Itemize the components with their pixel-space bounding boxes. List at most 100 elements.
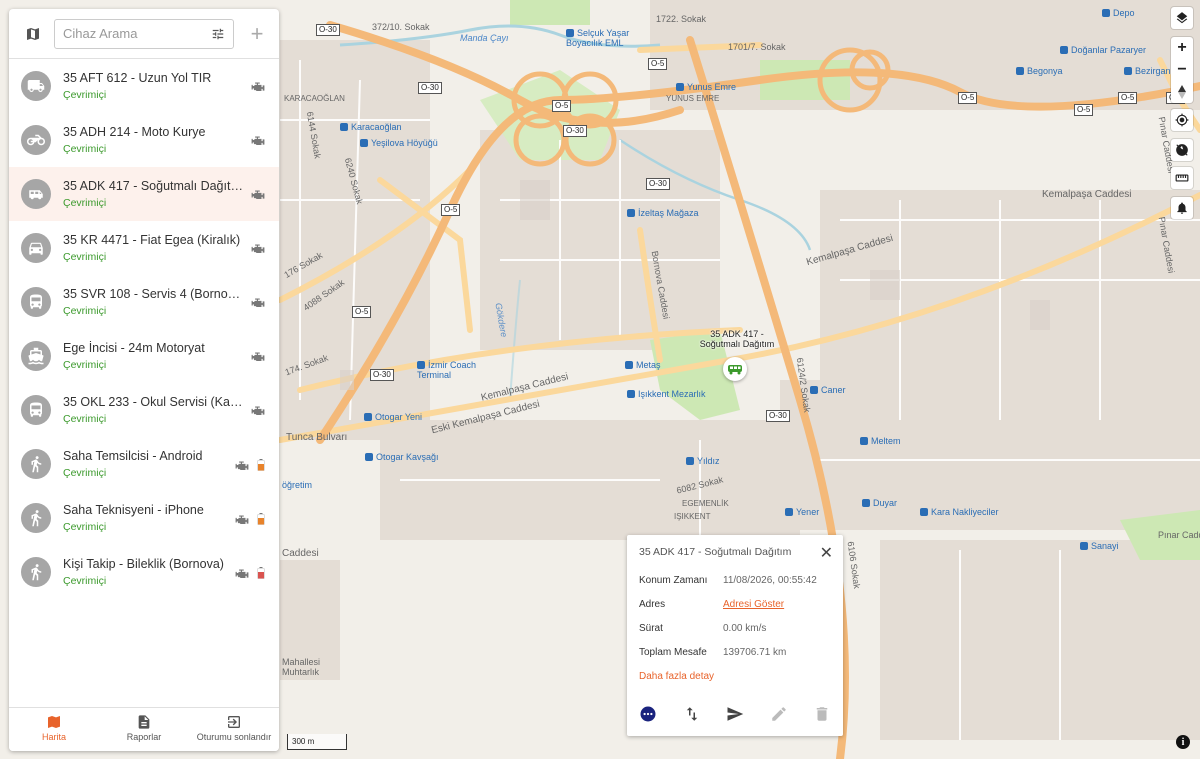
device-name: Saha Teknisyeni - iPhone bbox=[63, 503, 204, 517]
device-avatar bbox=[21, 125, 51, 155]
popup-row-value: 139706.71 km bbox=[723, 647, 787, 658]
map-label-manda: Manda Çayı bbox=[460, 33, 509, 43]
map-poi-yesilova[interactable]: Yeşilova Höyüğü bbox=[360, 138, 438, 148]
device-item[interactable]: Kişi Takip - Bileklik (Bornova) Çevrimiç… bbox=[9, 545, 279, 599]
map-label-372: 372/10. Sokak bbox=[372, 22, 430, 32]
battery-icon bbox=[257, 567, 265, 579]
road-shield: O-5 bbox=[1118, 92, 1138, 104]
more-options-button[interactable] bbox=[639, 705, 657, 728]
map-toggle-button[interactable] bbox=[19, 20, 47, 48]
map-poi-sanayi[interactable]: Sanayi bbox=[1080, 541, 1119, 551]
popup-row-time: Konum Zamanı 11/08/2026, 00:55:42 bbox=[639, 575, 817, 586]
map-poi-otogar-yeni[interactable]: Otogar Yeni bbox=[364, 412, 422, 422]
app-root: 372/10. Sokak Manda Çayı 1722. Sokak 170… bbox=[0, 0, 1200, 759]
device-popup: 35 ADK 417 - Soğutmalı Dağıtım ✕ Konum Z… bbox=[627, 535, 843, 736]
close-icon: ✕ bbox=[819, 545, 833, 562]
device-name: Kişi Takip - Bileklik (Bornova) bbox=[63, 557, 224, 571]
crosshair-icon bbox=[1175, 113, 1189, 127]
road-shield: O-5 bbox=[1074, 104, 1094, 116]
device-item[interactable]: Saha Teknisyeni - iPhone Çevrimiçi bbox=[9, 491, 279, 545]
measure-button[interactable] bbox=[1171, 167, 1193, 189]
popup-close-button[interactable]: ✕ bbox=[820, 543, 833, 563]
device-item[interactable]: 35 ADK 417 - Soğutmalı Dağıtım Çevrimiçi bbox=[9, 167, 279, 221]
map-poi-izeltas[interactable]: İzeltaş Mağaza bbox=[627, 208, 699, 218]
pencil-icon bbox=[771, 707, 786, 721]
map-poi-karacaoglan[interactable]: Karacaoğlan bbox=[340, 122, 402, 132]
map-poi-izmir-coach[interactable]: İzmir Coach Terminal bbox=[417, 360, 487, 380]
device-item[interactable]: 35 ADH 214 - Moto Kurye Çevrimiçi bbox=[9, 113, 279, 167]
edit-button[interactable] bbox=[770, 705, 788, 728]
map-poi-begonya[interactable]: Begonya bbox=[1016, 66, 1063, 76]
map-poi-yener[interactable]: Yener bbox=[785, 507, 819, 517]
map-poi-yildiz[interactable]: Yıldız bbox=[686, 456, 720, 466]
device-item[interactable]: Ege İncisi - 24m Motoryat Çevrimiçi bbox=[9, 329, 279, 383]
road-shield: O-5 bbox=[552, 100, 572, 112]
person-icon bbox=[31, 564, 42, 581]
device-item[interactable]: 35 KR 4471 - Fiat Egea (Kiralık) Çevrimi… bbox=[9, 221, 279, 275]
popup-actions bbox=[639, 705, 831, 728]
replay-button[interactable] bbox=[683, 705, 701, 728]
map-poi-yunus[interactable]: Yunus Emre bbox=[676, 82, 736, 92]
motorcycle-icon bbox=[27, 134, 45, 146]
minus-icon: − bbox=[1177, 61, 1187, 78]
device-indicators bbox=[251, 243, 265, 253]
map-poi-metas[interactable]: Metaş bbox=[625, 360, 661, 370]
device-text: 35 SVR 108 - Servis 4 (Bornova-... Çevri… bbox=[63, 287, 267, 317]
filter-icon[interactable] bbox=[211, 27, 225, 41]
device-avatar bbox=[21, 503, 51, 533]
geolocate-button[interactable] bbox=[1171, 109, 1193, 131]
search-box[interactable] bbox=[54, 18, 234, 49]
map-poi-bezirgan[interactable]: Bezirgan bbox=[1124, 66, 1171, 76]
map-poi-caner[interactable]: Caner bbox=[810, 385, 846, 395]
nav-reports[interactable]: Raporlar bbox=[99, 708, 189, 751]
device-marker[interactable] bbox=[723, 357, 747, 381]
map-poi-depo[interactable]: Depo bbox=[1102, 8, 1135, 18]
map-poi-selcuk[interactable]: Selçuk Yaşar Boyacılık EML bbox=[566, 28, 646, 48]
van-icon bbox=[728, 365, 742, 375]
zoom-out-button[interactable]: − bbox=[1171, 59, 1193, 81]
map-poi-dogan[interactable]: Doğanlar Pazaryer bbox=[1060, 45, 1146, 55]
add-device-button[interactable]: + bbox=[245, 21, 269, 46]
layers-control bbox=[1171, 7, 1193, 29]
layers-button[interactable] bbox=[1171, 7, 1193, 29]
road-shield: O-30 bbox=[646, 178, 670, 190]
map-label-yunus-upper: YUNUS EMRE bbox=[666, 94, 720, 103]
device-avatar bbox=[21, 233, 51, 263]
device-name: 35 OKL 233 - Okul Servisi (Karşıy... bbox=[63, 395, 243, 409]
device-item[interactable]: 35 SVR 108 - Servis 4 (Bornova-... Çevri… bbox=[9, 275, 279, 329]
map-label-karacaoglan-upper: KARACAOĞLAN bbox=[284, 94, 345, 103]
compass-button[interactable] bbox=[1171, 81, 1193, 103]
plus-icon: + bbox=[1177, 39, 1187, 56]
device-indicators bbox=[235, 567, 265, 579]
device-name: Ege İncisi - 24m Motoryat bbox=[63, 341, 205, 355]
engine-icon bbox=[251, 298, 265, 307]
send-icon bbox=[727, 707, 744, 721]
map-poi-otogar-kavsagi[interactable]: Otogar Kavşağı bbox=[365, 452, 439, 462]
engine-icon bbox=[251, 244, 265, 253]
device-item[interactable]: 35 OKL 233 - Okul Servisi (Karşıy... Çev… bbox=[9, 383, 279, 437]
follow-button[interactable] bbox=[1171, 139, 1193, 161]
popup-row-address: Adres Adresi Göster bbox=[639, 599, 784, 610]
engine-icon bbox=[235, 461, 249, 470]
notifications-button[interactable] bbox=[1171, 197, 1193, 219]
nav-map[interactable]: Harita bbox=[9, 708, 99, 751]
device-item[interactable]: Saha Temsilcisi - Android Çevrimiçi bbox=[9, 437, 279, 491]
map-poi-duyar[interactable]: Duyar bbox=[862, 498, 897, 508]
more-details-link[interactable]: Daha fazla detay bbox=[639, 671, 714, 682]
show-address-link[interactable]: Adresi Göster bbox=[723, 599, 784, 610]
device-status: Çevrimiçi bbox=[63, 305, 107, 317]
map-poi-isikkent-mez[interactable]: Işıkkent Mezarlık bbox=[627, 389, 706, 399]
ruler-control bbox=[1171, 167, 1193, 189]
popup-row-distance: Toplam Mesafe 139706.71 km bbox=[639, 647, 786, 658]
nav-logout[interactable]: Oturumu sonlandır bbox=[189, 708, 279, 751]
map-poi-kara-nak[interactable]: Kara Nakliyeciler bbox=[920, 507, 999, 517]
road-shield: O-30 bbox=[370, 369, 394, 381]
delete-button[interactable] bbox=[813, 705, 831, 728]
device-item[interactable]: 35 AFT 612 - Uzun Yol TIR Çevrimiçi bbox=[9, 59, 279, 113]
map-poi-meltem[interactable]: Meltem bbox=[860, 436, 901, 446]
attribution-button[interactable]: i bbox=[1176, 735, 1190, 749]
battery-icon bbox=[257, 459, 265, 471]
zoom-in-button[interactable]: + bbox=[1171, 37, 1193, 59]
send-command-button[interactable] bbox=[726, 705, 744, 728]
search-input[interactable] bbox=[63, 26, 211, 41]
